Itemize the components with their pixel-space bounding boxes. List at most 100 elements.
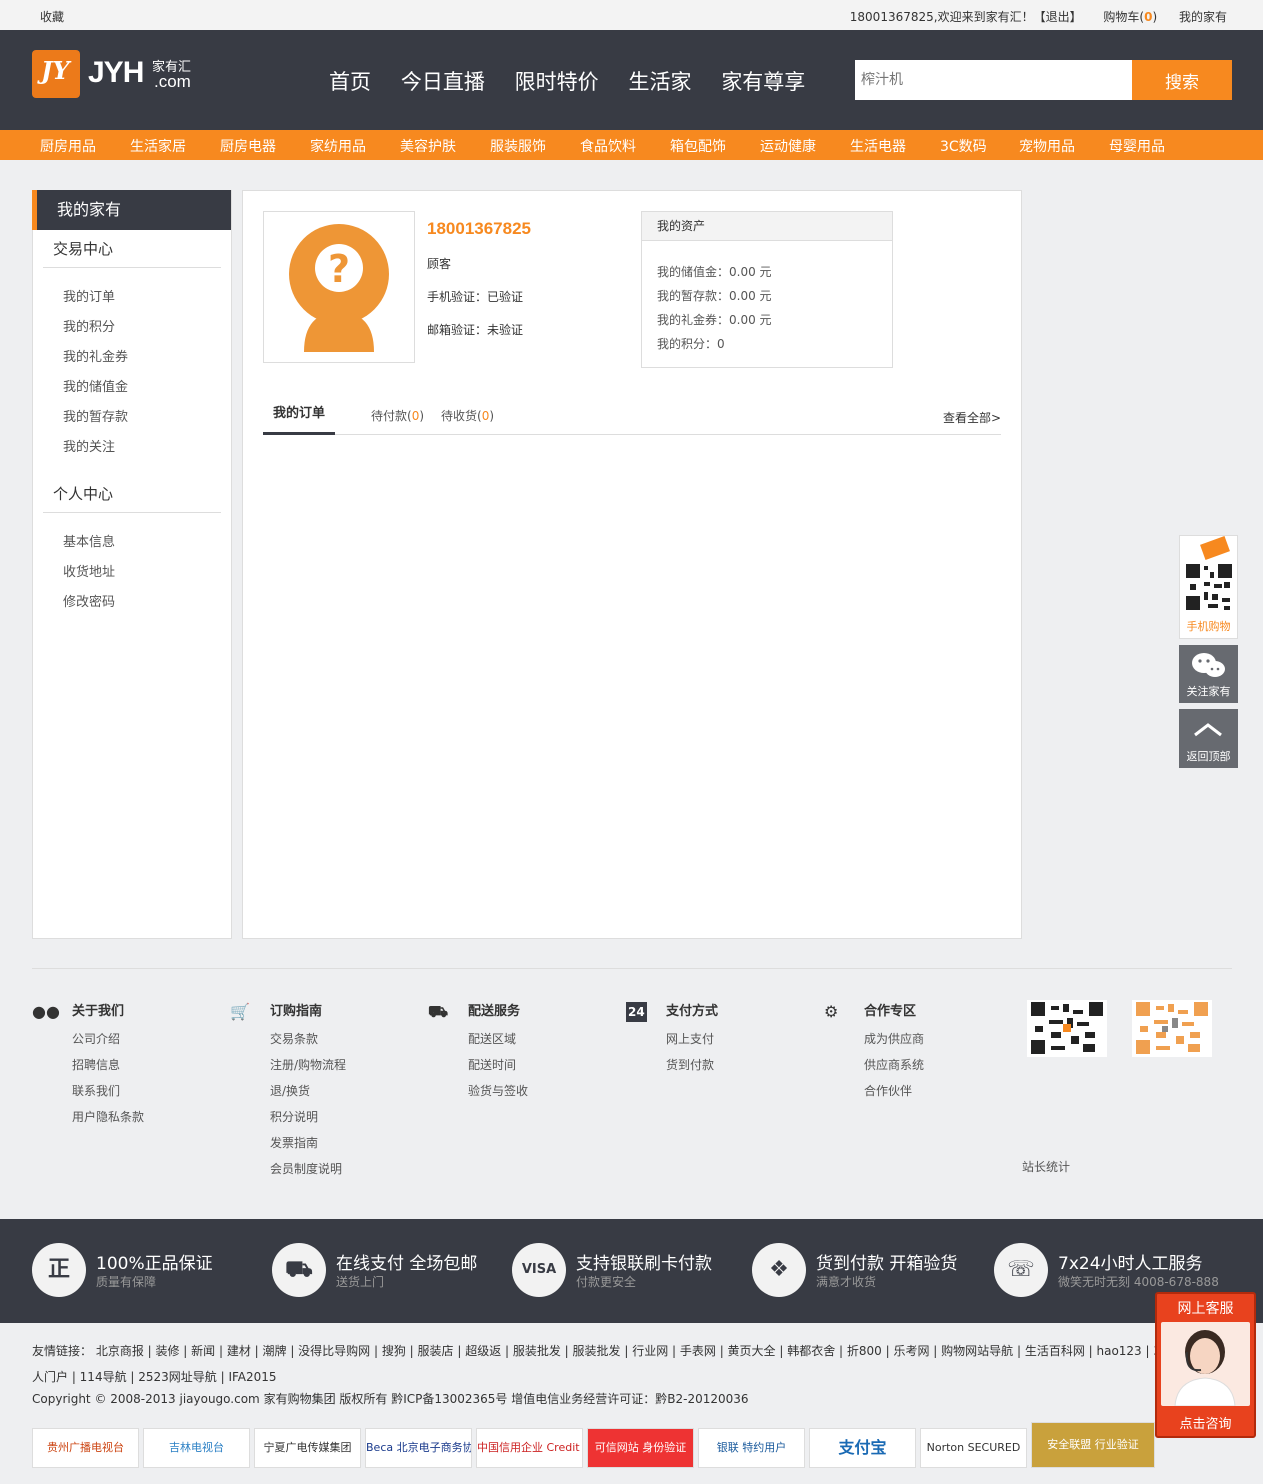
search-button[interactable]: 搜索 [1132, 60, 1232, 100]
footer-link[interactable]: 供应商系统 [864, 1052, 924, 1078]
nav-live[interactable]: 今日直播 [401, 66, 485, 96]
category-item[interactable]: 厨房用品 [40, 136, 96, 156]
promo-title: 100%正品保证 [96, 1254, 213, 1274]
headset-icon: ☏ [994, 1243, 1048, 1297]
footer-link[interactable]: 联系我们 [72, 1078, 144, 1104]
tab-pending-payment[interactable]: 待付款(0) [371, 407, 424, 424]
badge-guizhou-tv[interactable]: 贵州广播电视台 [32, 1428, 139, 1468]
footer-col-title: 合作专区 [864, 1004, 917, 1019]
footer-link[interactable]: 招聘信息 [72, 1052, 144, 1078]
category-item[interactable]: 3C数码 [940, 136, 987, 156]
welcome-text[interactable]: 18001367825,欢迎来到家有汇！【退出】 [850, 10, 1082, 24]
footer-link[interactable]: 交易条款 [270, 1026, 346, 1052]
footer-link[interactable]: 合作伙伴 [864, 1078, 924, 1104]
nav-home[interactable]: 首页 [329, 66, 371, 96]
top-bar: 收藏 18001367825,欢迎来到家有汇！【退出】 购物车(0) 我的家有 [0, 0, 1263, 30]
footer-link[interactable]: 网上支付 [666, 1026, 718, 1052]
sidebar-item-address[interactable]: 收货地址 [63, 558, 231, 588]
footer-col-payment: 24 支付方式 网上支付 货到付款 [626, 1002, 718, 1078]
trade-center-title: 交易中心 [43, 230, 221, 268]
badge-unionpay[interactable]: 银联 特约用户 [698, 1428, 805, 1468]
sidebar-item-coupons[interactable]: 我的礼金券 [63, 343, 231, 373]
category-item[interactable]: 服装服饰 [490, 136, 546, 156]
avatar[interactable]: ? [263, 211, 415, 363]
chevron-up-icon [1194, 723, 1222, 737]
footer-link[interactable]: 发票指南 [270, 1130, 346, 1156]
badge-norton[interactable]: Norton SECURED [920, 1428, 1027, 1468]
category-item[interactable]: 宠物用品 [1019, 136, 1075, 156]
consult-button[interactable]: 点击咨询 [1157, 1413, 1254, 1432]
promo-subtitle: 质量有保障 [96, 1275, 157, 1289]
logo-com: .com [154, 72, 191, 91]
sidebar-item-points[interactable]: 我的积分 [63, 313, 231, 343]
truck-icon: ⛟ [428, 1002, 449, 1021]
badge-jilin-tv[interactable]: 吉林电视台 [143, 1428, 250, 1468]
tab-my-orders[interactable]: 我的订单 [263, 401, 335, 435]
badge-security-alliance[interactable]: 安全联盟 行业验证 [1031, 1422, 1155, 1468]
view-all-orders-link[interactable]: 查看全部> [943, 409, 1001, 426]
footer-link[interactable]: 验货与签收 [468, 1078, 528, 1104]
user-phone: 18001367825 [427, 219, 532, 238]
category-item[interactable]: 厨房电器 [220, 136, 276, 156]
user-level: 顾客 [427, 257, 452, 271]
back-to-top-button[interactable]: 返回顶部 [1179, 709, 1238, 768]
footer-link[interactable]: 会员制度说明 [270, 1156, 346, 1182]
footer-link[interactable]: 成为供应商 [864, 1026, 924, 1052]
nav-premium[interactable]: 家有尊享 [721, 66, 805, 96]
sidebar-item-profile[interactable]: 基本信息 [63, 528, 231, 558]
friend-links-line[interactable]: 人门户 | 114导航 | 2523网址导航 | IFA2015 [32, 1364, 1155, 1390]
assets-title: 我的资产 [642, 212, 892, 241]
sidebar-item-orders[interactable]: 我的订单 [63, 283, 231, 313]
sidebar-title[interactable]: 我的家有 [32, 190, 231, 230]
promo-title: 货到付款 开箱验货 [816, 1254, 958, 1274]
footer-link[interactable]: 配送时间 [468, 1052, 528, 1078]
sidebar-item-password[interactable]: 修改密码 [63, 588, 231, 618]
footer-link[interactable]: 货到付款 [666, 1052, 718, 1078]
badge-trusted-site[interactable]: 可信网站 身份验证 [587, 1428, 694, 1468]
category-item[interactable]: 美容护肤 [400, 136, 456, 156]
personal-center-title: 个人中心 [43, 475, 221, 513]
category-item[interactable]: 母婴用品 [1109, 136, 1165, 156]
badge-beca[interactable]: Beca 北京电子商务协会 [365, 1428, 472, 1468]
site-stats-link[interactable]: 站长统计 [1022, 1158, 1070, 1175]
friend-links-line[interactable]: 友情链接： 北京商报 | 装修 | 新闻 | 建材 | 潮牌 | 没得比导购网 … [32, 1338, 1155, 1364]
category-item[interactable]: 生活家居 [130, 136, 186, 156]
tab-pending-receipt[interactable]: 待收货(0) [441, 407, 494, 424]
category-item[interactable]: 运动健康 [760, 136, 816, 156]
cart-link[interactable]: 购物车(0) [1103, 10, 1157, 24]
footer-link[interactable]: 注册/购物流程 [270, 1052, 346, 1078]
badge-credit-rating[interactable]: 中国信用企业 Credit Rating [476, 1428, 583, 1468]
promo-subtitle: 满意才收货 [816, 1275, 877, 1289]
sidebar-item-stored-value[interactable]: 我的储值金 [63, 373, 231, 403]
footer-link[interactable]: 积分说明 [270, 1104, 346, 1130]
footer-link[interactable]: 配送区域 [468, 1026, 528, 1052]
footer-qr-code-icon [1132, 1000, 1212, 1057]
online-service-widget[interactable]: 网上客服 点击咨询 [1155, 1292, 1256, 1438]
badge-alipay[interactable]: 支付宝 [809, 1428, 916, 1468]
sidebar-item-favorites[interactable]: 我的关注 [63, 433, 231, 463]
category-item[interactable]: 家纺用品 [310, 136, 366, 156]
svg-text:?: ? [328, 247, 350, 291]
footer-link[interactable]: 退/换货 [270, 1078, 346, 1104]
authentic-icon: 正 [32, 1243, 86, 1297]
nav-special[interactable]: 限时特价 [515, 66, 599, 96]
personal-menu: 基本信息 收货地址 修改密码 [33, 513, 231, 630]
favorite-link[interactable]: 收藏 [40, 8, 64, 25]
footer-link[interactable]: 用户隐私条款 [72, 1104, 144, 1130]
sidebar-item-deposit[interactable]: 我的暂存款 [63, 403, 231, 433]
wechat-icon [1192, 653, 1225, 677]
handshake-icon: ⚙ [824, 1002, 839, 1021]
promo-title: 7x24小时人工服务 [1058, 1254, 1203, 1274]
search-input[interactable] [855, 60, 1132, 100]
footer-link[interactable]: 公司介绍 [72, 1026, 144, 1052]
logo-text: JYH [88, 56, 144, 89]
nav-life[interactable]: 生活家 [628, 66, 691, 96]
badge-ningxia[interactable]: 宁夏广电传媒集团 [254, 1428, 361, 1468]
category-item[interactable]: 箱包配饰 [670, 136, 726, 156]
follow-button[interactable]: 关注家有 [1179, 645, 1238, 703]
my-home-link[interactable]: 我的家有 [1179, 10, 1227, 24]
mobile-shopping-qr[interactable]: 手机购物 [1179, 535, 1238, 639]
category-item[interactable]: 生活电器 [850, 136, 906, 156]
back-to-top-label: 返回顶部 [1186, 750, 1231, 763]
category-item[interactable]: 食品饮料 [580, 136, 636, 156]
